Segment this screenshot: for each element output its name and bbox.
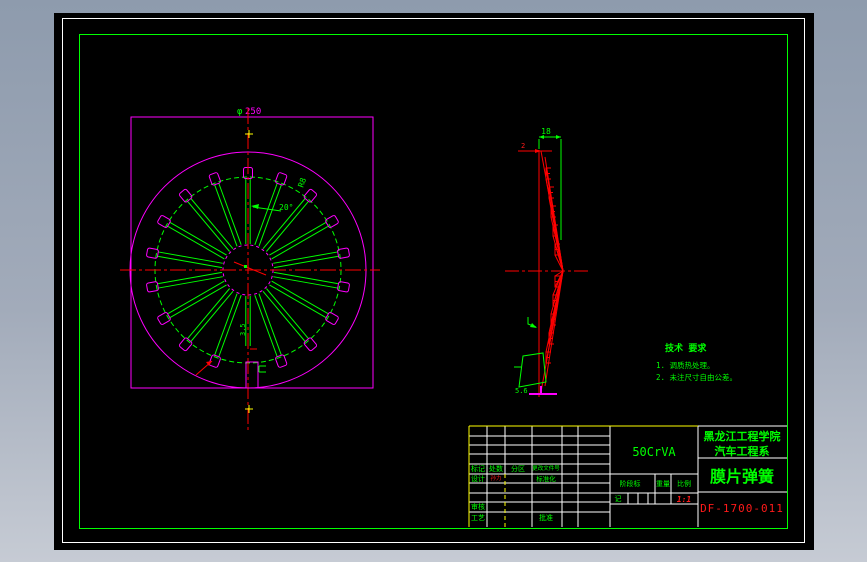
center-green-dot <box>244 265 247 268</box>
slot-edge <box>167 225 225 260</box>
label-zone: 分区 <box>511 464 525 473</box>
finger-window <box>303 337 318 352</box>
slot-edge <box>269 221 327 256</box>
cad-viewport[interactable]: φ 250 20° R8 3.5 18 2 5.6 技术 要求 1. 调质热处理… <box>0 0 867 562</box>
tip-detail-outline <box>518 352 547 388</box>
note-item-2: 2. 未注尺寸自由公差。 <box>656 372 737 382</box>
label-process: 工艺 <box>471 514 485 522</box>
label-check: 审核 <box>471 502 485 511</box>
technical-notes: 技术 要求 1. 调质热处理。 2. 未注尺寸自由公差。 <box>656 342 737 382</box>
slot-edge <box>169 284 227 319</box>
part-name: 膜片弹簧 <box>710 467 774 486</box>
centerline-tick-bottom <box>245 405 253 413</box>
note-item-1: 1. 调质热处理。 <box>656 360 715 370</box>
institute-line2: 汽车工程系 <box>715 444 770 458</box>
angle-dim-arrow <box>251 204 259 209</box>
slot-edge <box>271 280 329 315</box>
label-count: 处数 <box>489 464 503 473</box>
slot-edge <box>269 284 327 319</box>
slot-edge <box>271 225 329 260</box>
slot-edge <box>169 221 227 256</box>
label-stage-mark-2: 记 <box>615 495 622 503</box>
label-scale: 比例 <box>677 479 691 488</box>
material-value: 50CrVA <box>632 445 676 459</box>
slot-width-label: 3.5 <box>239 323 247 336</box>
cad-desktop: φ 250 20° R8 3.5 18 2 5.6 技术 要求 1. 调质热处理… <box>0 0 867 562</box>
slot-radius-label: R8 <box>296 176 308 188</box>
finger-window <box>337 247 350 259</box>
side-leader-arrow <box>530 323 537 328</box>
designer-signature: 孙力 <box>490 474 501 482</box>
slot-edge <box>167 280 225 315</box>
centerline-tick-top <box>245 130 253 138</box>
thickness-dim-arrow <box>535 149 541 153</box>
label-standardization: 标准化 <box>536 474 556 483</box>
drawing-number: DF-1700-011 <box>700 502 784 515</box>
outer-diameter-value: 250 <box>245 107 261 117</box>
outer-diameter-symbol: φ <box>237 107 243 117</box>
center-red-mark <box>233 261 267 276</box>
scale-value: 1:1 <box>677 495 691 504</box>
label-design: 设计 <box>471 474 485 483</box>
side-view: 18 2 5.6 <box>505 127 588 397</box>
finger-window <box>275 172 288 186</box>
tip-dim-bracket <box>258 365 266 373</box>
thickness-dim-text: 2 <box>521 142 525 150</box>
front-view: φ 250 20° R8 3.5 <box>120 107 380 433</box>
finger-window <box>178 337 193 352</box>
label-mark: 标记 <box>471 464 485 473</box>
height-dim-text: 18 <box>541 127 551 136</box>
title-block: 标记 处数 分区 更改文件号 设计 孙力 标准化 审核 工艺 批准 50CrVA… <box>468 425 787 527</box>
label-approve: 批准 <box>539 513 553 522</box>
label-weight: 重量 <box>656 480 670 488</box>
label-change-file: 更改文件号 <box>532 464 560 472</box>
institute-line1: 黑龙江工程学院 <box>704 429 781 443</box>
finger-window <box>157 215 171 228</box>
angle-dim-text: 20° <box>279 203 293 212</box>
label-stage-mark-1: 阶段标 <box>620 479 641 488</box>
tip-dim-text: 5.6 <box>515 387 528 395</box>
finger-window <box>275 354 288 368</box>
notes-title: 技术 要求 <box>665 342 707 354</box>
